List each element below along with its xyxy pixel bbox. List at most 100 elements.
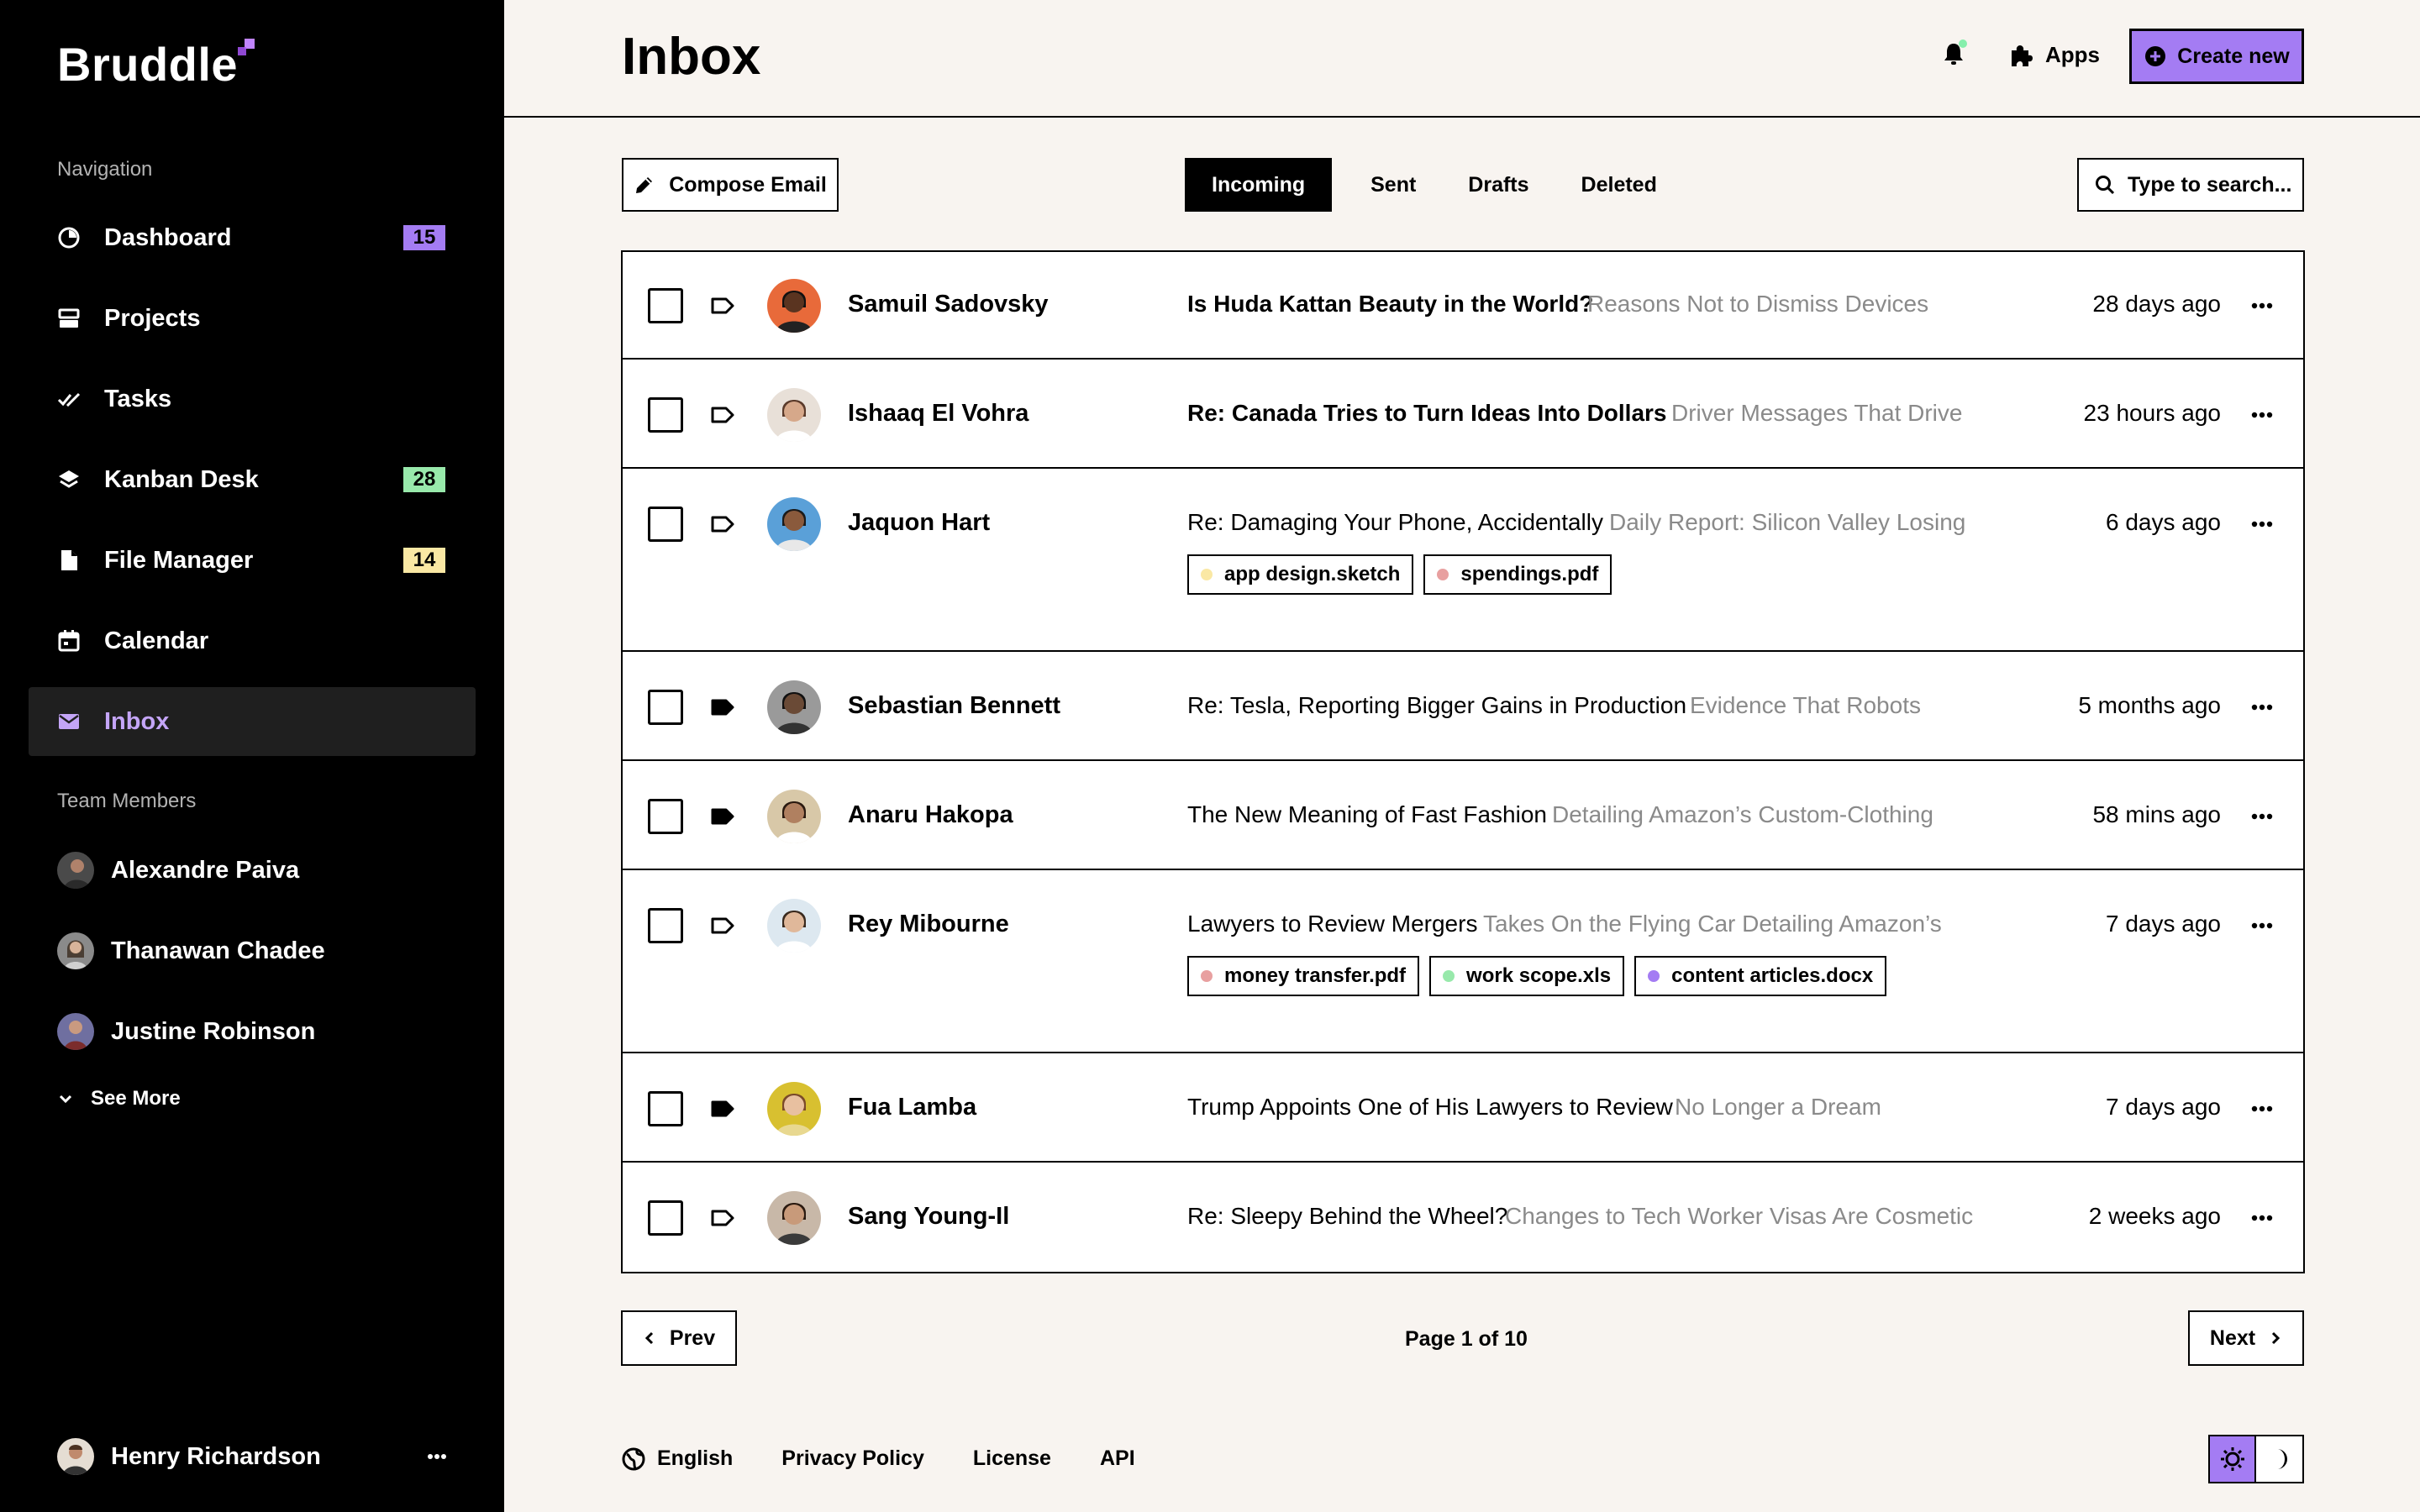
mail-row[interactable]: Fua Lamba Trump Appoints One of His Lawy… [623,1055,2303,1163]
language-selector[interactable]: English [622,1446,733,1471]
more-options-icon[interactable] [2251,412,2273,418]
label-tag-icon[interactable] [710,296,735,316]
label-tag-icon[interactable] [710,806,735,827]
more-options-icon[interactable] [2251,1105,2273,1112]
avatar [57,1013,94,1050]
email-time: 58 mins ago [2092,801,2221,827]
next-page-button[interactable]: Next [2188,1310,2304,1366]
attachment-chip[interactable]: work scope.xls [1429,956,1625,996]
more-options-icon[interactable] [427,1453,447,1460]
select-checkbox[interactable] [648,908,683,943]
current-user[interactable]: Henry Richardson [57,1438,447,1475]
email-subject[interactable]: Trump Appoints One of His Lawyers to Rev… [1187,1094,1673,1121]
avatar [767,388,821,442]
plus-circle-icon [2145,46,2166,66]
select-checkbox[interactable] [648,288,683,323]
attachment-chip[interactable]: content articles.docx [1634,956,1887,996]
sidebar-item-label: Kanban Desk [104,465,259,493]
more-options-icon[interactable] [2251,704,2273,711]
email-subject[interactable]: Re: Tesla, Reporting Bigger Gains in Pro… [1187,692,1686,719]
select-checkbox[interactable] [648,397,683,433]
mail-row[interactable]: Sang Young-Il Re: Sleepy Behind the Whee… [623,1164,2303,1272]
email-time: 5 months ago [2078,692,2221,718]
api-link[interactable]: API [1100,1446,1135,1471]
select-checkbox[interactable] [648,690,683,725]
email-subject[interactable]: Re: Sleepy Behind the Wheel? [1187,1203,1507,1230]
more-options-icon[interactable] [2251,302,2273,309]
select-checkbox[interactable] [648,507,683,542]
attachment-chip[interactable]: app design.sketch [1187,554,1414,595]
label-tag-icon[interactable] [710,405,735,425]
more-options-icon[interactable] [2251,1215,2273,1221]
sidebar-item-inbox[interactable]: Inbox [29,687,476,756]
mail-row[interactable]: Samuil Sadovsky Is Huda Kattan Beauty in… [623,252,2303,360]
sidebar-item-kanban-desk[interactable]: Kanban Desk 28 [29,445,476,514]
privacy-policy-link[interactable]: Privacy Policy [781,1446,924,1471]
email-subject[interactable]: Is Huda Kattan Beauty in the World? [1187,291,1593,318]
label-tag-icon[interactable] [710,514,735,534]
file-type-dot [1437,569,1449,580]
tab-drafts[interactable]: Drafts [1446,158,1550,212]
mail-row[interactable]: Sebastian Bennett Re: Tesla, Reporting B… [623,654,2303,761]
mail-row[interactable]: Anaru Hakopa The New Meaning of Fast Fas… [623,763,2303,870]
sidebar-item-projects[interactable]: Projects [29,284,476,353]
tab-incoming[interactable]: Incoming [1185,158,1333,212]
label-tag-icon[interactable] [710,916,735,936]
tab-deleted[interactable]: Deleted [1560,158,1679,212]
notifications-button[interactable] [1943,39,1967,66]
page-title: Inbox [622,28,761,86]
search-input[interactable]: Type to search... [2077,158,2304,212]
tab-sent[interactable]: Sent [1352,158,1434,212]
dark-mode-button[interactable] [2256,1436,2302,1482]
create-new-label: Create new [2177,44,2290,68]
more-options-icon[interactable] [2251,813,2273,820]
file-type-dot [1201,970,1213,982]
label-tag-icon[interactable] [710,697,735,717]
avatar [57,932,94,969]
label-tag-icon[interactable] [710,1099,735,1119]
sender-name: Sang Young-Il [848,1203,1010,1230]
attachment-chip[interactable]: spendings.pdf [1423,554,1612,595]
team-member[interactable]: Thanawan Chadee [57,932,325,969]
attachment-chip[interactable]: money transfer.pdf [1187,956,1420,996]
sidebar-item-tasks[interactable]: Tasks [29,365,476,433]
avatar [767,899,821,953]
prev-page-button[interactable]: Prev [621,1310,737,1366]
chevron-left-icon [644,1331,653,1345]
sidebar-item-dashboard[interactable]: Dashboard 15 [29,203,476,272]
email-subject[interactable]: Re: Canada Tries to Turn Ideas Into Doll… [1187,400,1667,427]
sidebar-item-calendar[interactable]: Calendar [29,606,476,675]
see-more-button[interactable]: See More [57,1087,181,1110]
file-type-dot [1443,970,1455,982]
team-member-name: Thanawan Chadee [111,937,325,964]
sidebar-item-label: Tasks [104,385,172,412]
logo-text: Bruddle [57,38,239,91]
avatar [767,279,821,333]
mail-row[interactable]: Ishaaq El Vohra Re: Canada Tries to Turn… [623,361,2303,469]
more-options-icon[interactable] [2251,922,2273,929]
team-member[interactable]: Alexandre Paiva [57,852,299,889]
apps-button[interactable]: Apps [2008,42,2100,68]
more-options-icon[interactable] [2251,521,2273,528]
compose-email-button[interactable]: Compose Email [622,158,839,212]
select-checkbox[interactable] [648,799,683,834]
page-indicator: Page 1 of 10 [1405,1327,1528,1351]
email-subject[interactable]: Re: Damaging Your Phone, Accidentally [1187,509,1603,536]
license-link[interactable]: License [973,1446,1051,1471]
mail-row[interactable]: Jaquon Hart Re: Damaging Your Phone, Acc… [623,470,2303,652]
sidebar-item-file-manager[interactable]: File Manager 14 [29,526,476,595]
team-member[interactable]: Justine Robinson [57,1013,315,1050]
create-new-button[interactable]: Create new [2129,29,2304,84]
team-member-name: Justine Robinson [111,1017,316,1045]
email-subject[interactable]: Lawyers to Review Mergers [1187,911,1477,937]
top-header: Inbox Apps Create new [504,0,2420,118]
light-mode-button[interactable] [2210,1436,2256,1482]
label-tag-icon[interactable] [710,1208,735,1228]
email-time: 2 weeks ago [2088,1203,2221,1229]
mail-row[interactable]: Rey Mibourne Lawyers to Review Mergers T… [623,872,2303,1053]
logo[interactable]: Bruddle [57,35,260,94]
select-checkbox[interactable] [648,1200,683,1236]
email-subject[interactable]: The New Meaning of Fast Fashion [1187,801,1547,828]
calendar-icon [57,629,81,653]
select-checkbox[interactable] [648,1091,683,1126]
